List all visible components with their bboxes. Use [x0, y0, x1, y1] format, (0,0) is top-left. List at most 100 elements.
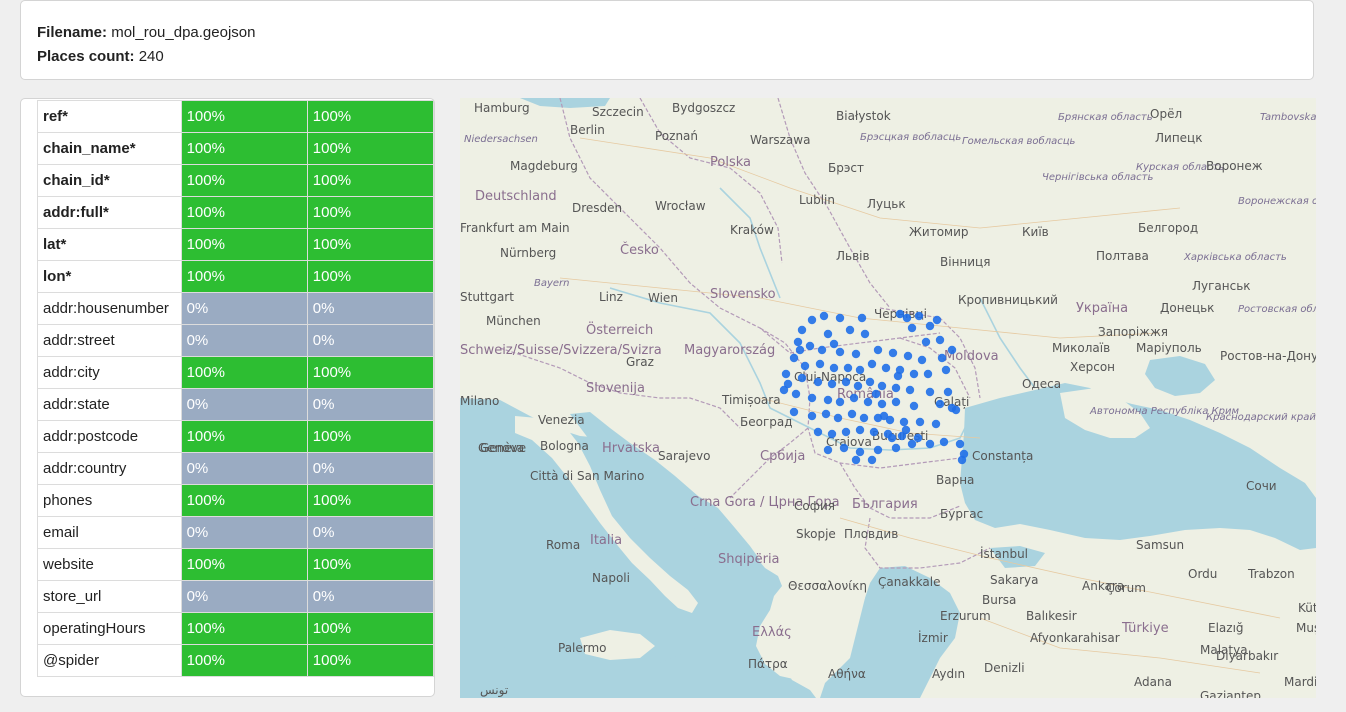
place-marker[interactable]: [891, 383, 901, 393]
place-marker[interactable]: [903, 351, 913, 361]
map-canvas[interactable]: Hamburg Szczecin Bydgoszcz Białystok Брянска…: [460, 98, 1316, 698]
place-marker[interactable]: [789, 353, 799, 363]
place-marker[interactable]: [901, 425, 911, 435]
place-marker[interactable]: [807, 315, 817, 325]
place-marker[interactable]: [807, 393, 817, 403]
place-marker[interactable]: [867, 359, 877, 369]
place-marker[interactable]: [932, 315, 942, 325]
place-marker[interactable]: [829, 339, 839, 349]
place-marker[interactable]: [939, 437, 949, 447]
place-marker[interactable]: [851, 349, 861, 359]
place-marker[interactable]: [935, 335, 945, 345]
place-marker[interactable]: [843, 363, 853, 373]
place-marker[interactable]: [855, 365, 865, 375]
places-map[interactable]: Hamburg Szczecin Bydgoszcz Białystok Брянска…: [460, 98, 1316, 698]
place-marker[interactable]: [795, 345, 805, 355]
place-marker[interactable]: [873, 345, 883, 355]
place-marker[interactable]: [931, 419, 941, 429]
place-marker[interactable]: [845, 325, 855, 335]
place-marker[interactable]: [947, 403, 957, 413]
place-marker[interactable]: [957, 455, 967, 465]
place-marker[interactable]: [917, 355, 927, 365]
place-marker[interactable]: [923, 369, 933, 379]
place-marker[interactable]: [835, 397, 845, 407]
place-marker[interactable]: [941, 365, 951, 375]
place-marker[interactable]: [860, 329, 870, 339]
place-marker[interactable]: [881, 363, 891, 373]
place-marker[interactable]: [839, 443, 849, 453]
place-marker[interactable]: [823, 445, 833, 455]
place-marker[interactable]: [955, 439, 965, 449]
place-marker[interactable]: [913, 433, 923, 443]
place-marker[interactable]: [841, 377, 851, 387]
place-marker[interactable]: [789, 407, 799, 417]
place-marker[interactable]: [857, 313, 867, 323]
place-marker[interactable]: [823, 395, 833, 405]
place-marker[interactable]: [937, 353, 947, 363]
place-marker[interactable]: [827, 379, 837, 389]
place-marker[interactable]: [819, 311, 829, 321]
place-marker[interactable]: [793, 337, 803, 347]
place-marker[interactable]: [813, 377, 823, 387]
map-label: Diyarbakır: [1216, 649, 1278, 663]
place-marker[interactable]: [847, 409, 857, 419]
place-marker[interactable]: [859, 413, 869, 423]
place-marker[interactable]: [909, 401, 919, 411]
place-marker[interactable]: [902, 313, 912, 323]
place-marker[interactable]: [905, 385, 915, 395]
place-marker[interactable]: [925, 387, 935, 397]
map-label: Muş: [1296, 621, 1316, 635]
place-marker[interactable]: [879, 411, 889, 421]
place-marker[interactable]: [893, 371, 903, 381]
place-marker[interactable]: [943, 387, 953, 397]
place-marker[interactable]: [935, 399, 945, 409]
place-marker[interactable]: [823, 329, 833, 339]
place-marker[interactable]: [855, 425, 865, 435]
place-marker[interactable]: [817, 345, 827, 355]
place-marker[interactable]: [877, 399, 887, 409]
place-marker[interactable]: [947, 345, 957, 355]
place-marker[interactable]: [925, 321, 935, 331]
place-marker[interactable]: [909, 369, 919, 379]
place-marker[interactable]: [791, 389, 801, 399]
place-marker[interactable]: [813, 427, 823, 437]
place-marker[interactable]: [807, 411, 817, 421]
place-marker[interactable]: [835, 347, 845, 357]
place-marker[interactable]: [863, 397, 873, 407]
place-marker[interactable]: [887, 433, 897, 443]
place-marker[interactable]: [915, 417, 925, 427]
place-marker[interactable]: [853, 381, 863, 391]
place-marker[interactable]: [800, 361, 810, 371]
place-marker[interactable]: [841, 427, 851, 437]
place-marker[interactable]: [871, 389, 881, 399]
place-marker[interactable]: [827, 429, 837, 439]
place-marker[interactable]: [865, 377, 875, 387]
place-marker[interactable]: [815, 359, 825, 369]
place-marker[interactable]: [849, 393, 859, 403]
place-marker[interactable]: [829, 363, 839, 373]
place-marker[interactable]: [797, 373, 807, 383]
place-marker[interactable]: [821, 409, 831, 419]
place-marker[interactable]: [925, 439, 935, 449]
place-marker[interactable]: [891, 397, 901, 407]
place-marker[interactable]: [914, 311, 924, 321]
place-marker[interactable]: [921, 337, 931, 347]
place-marker[interactable]: [805, 341, 815, 351]
place-marker[interactable]: [899, 417, 909, 427]
place-marker[interactable]: [907, 439, 917, 449]
place-marker[interactable]: [869, 427, 879, 437]
place-marker[interactable]: [835, 313, 845, 323]
place-marker[interactable]: [877, 381, 887, 391]
place-marker[interactable]: [851, 455, 861, 465]
place-marker[interactable]: [855, 447, 865, 457]
place-marker[interactable]: [907, 323, 917, 333]
place-marker[interactable]: [888, 348, 898, 358]
place-marker[interactable]: [891, 443, 901, 453]
place-marker[interactable]: [783, 379, 793, 389]
place-marker[interactable]: [867, 455, 877, 465]
place-marker[interactable]: [781, 369, 791, 379]
place-marker[interactable]: [833, 413, 843, 423]
place-marker[interactable]: [797, 325, 807, 335]
field-coverage-a: 0%: [180, 388, 308, 421]
place-marker[interactable]: [873, 445, 883, 455]
